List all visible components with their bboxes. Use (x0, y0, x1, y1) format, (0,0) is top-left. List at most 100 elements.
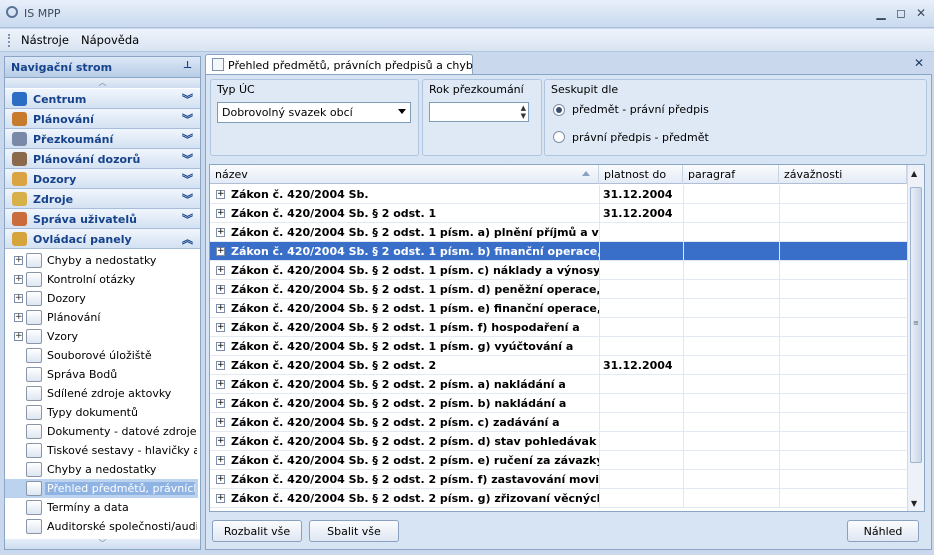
table-row[interactable]: + Zákon č. 420/2004 Sb. 31.12.2004 (210, 185, 907, 204)
expand-icon[interactable]: + (216, 399, 225, 408)
tree-item[interactable]: Tiskové sestavy - hlavičky a... (5, 441, 198, 460)
minimize-icon[interactable]: ▁ (872, 6, 890, 21)
expand-icon[interactable]: + (216, 247, 225, 256)
expand-icon[interactable]: + (216, 361, 225, 370)
tree-item[interactable]: + Kontrolní otázky (5, 270, 198, 289)
chevron-down-icon[interactable]: ︾ (182, 111, 193, 127)
table-row[interactable]: + Zákon č. 420/2004 Sb. § 2 odst. 1 písm.… (210, 261, 907, 280)
tree-item[interactable]: + Vzory (5, 327, 198, 346)
tree-item[interactable]: Termíny a data (5, 498, 198, 517)
table-row[interactable]: + Zákon č. 420/2004 Sb. § 2 odst. 2 písm.… (210, 432, 907, 451)
nav-group-2[interactable]: Přezkoumání ︾ (5, 129, 200, 149)
expand-icon[interactable]: + (14, 275, 23, 284)
tree-item[interactable]: + Chyby a nedostatky (5, 251, 198, 270)
chevron-up-icon[interactable]: ︽ (182, 231, 193, 247)
expand-icon[interactable]: + (216, 456, 225, 465)
expand-icon[interactable]: + (216, 209, 225, 218)
tree-item[interactable]: Typy dokumentů (5, 403, 198, 422)
column-paragraf[interactable]: paragraf (683, 165, 779, 184)
column-platnost[interactable]: platnost do (599, 165, 683, 184)
column-nazev[interactable]: název (210, 165, 599, 184)
expand-icon[interactable]: + (216, 494, 225, 503)
close-icon[interactable]: ✕ (912, 6, 930, 21)
expand-icon[interactable]: + (216, 304, 225, 313)
radio-pravni-predmet[interactable] (553, 131, 565, 143)
table-row[interactable]: + Zákon č. 420/2004 Sb. § 2 odst. 2 písm.… (210, 451, 907, 470)
cell-paragraf (683, 280, 779, 299)
table-row[interactable]: + Zákon č. 420/2004 Sb. § 2 odst. 2 31.12.… (210, 356, 907, 375)
scroll-down-icon[interactable]: ▼ (911, 499, 917, 508)
chevron-down-icon[interactable]: ︾ (182, 211, 193, 227)
typ-uc-select[interactable]: Dobrovolný svazek obcí (217, 102, 411, 123)
tree-item[interactable]: Souborové úložiště (5, 346, 198, 365)
expand-icon[interactable]: + (216, 418, 225, 427)
expand-icon[interactable]: + (216, 285, 225, 294)
tree-item[interactable]: Chyby a nedostatky (5, 460, 198, 479)
tab-prehled[interactable]: Přehled předmětů, právních předpisů a ch… (205, 54, 473, 75)
table-row[interactable]: + Zákon č. 420/2004 Sb. § 2 odst. 1 písm.… (210, 318, 907, 337)
chevron-down-icon[interactable]: ︾ (182, 91, 193, 107)
chevron-down-icon[interactable]: ︾ (182, 131, 193, 147)
table-row[interactable]: + Zákon č. 420/2004 Sb. § 2 odst. 1 písm.… (210, 337, 907, 356)
expand-icon[interactable]: + (216, 266, 225, 275)
table-row[interactable]: + Zákon č. 420/2004 Sb. § 2 odst. 2 písm.… (210, 470, 907, 489)
table-row[interactable]: + Zákon č. 420/2004 Sb. § 2 odst. 1 písm.… (210, 299, 907, 318)
menu-napoveda[interactable]: Nápověda (81, 33, 139, 47)
spin-down-icon[interactable]: ▼ (521, 112, 526, 120)
chevron-down-icon[interactable]: ︾ (182, 171, 193, 187)
expand-icon[interactable]: + (216, 342, 225, 351)
expand-icon[interactable]: + (14, 256, 23, 265)
scroll-thumb[interactable]: ≡ (910, 187, 922, 463)
nav-group-4[interactable]: Dozory ︾ (5, 169, 200, 189)
tree-item[interactable]: + Plánování (5, 308, 198, 327)
table-row[interactable]: + Zákon č. 420/2004 Sb. § 2 odst. 2 písm.… (210, 375, 907, 394)
column-zavaznost[interactable]: závažnosti (779, 165, 907, 184)
expand-icon[interactable]: + (216, 380, 225, 389)
expand-all-button[interactable]: Rozbalit vše (212, 520, 302, 542)
rok-spin-input[interactable]: ▲ ▼ (429, 102, 529, 122)
table-row[interactable]: + Zákon č. 420/2004 Sb. § 2 odst. 1 písm.… (210, 223, 907, 242)
radio-predmet-pravni[interactable] (553, 104, 565, 116)
tree-item[interactable]: Dokumenty - datové zdroje (5, 422, 198, 441)
expand-icon[interactable]: + (216, 190, 225, 199)
table-row[interactable]: + Zákon č. 420/2004 Sb. § 2 odst. 2 písm.… (210, 413, 907, 432)
nav-group-0[interactable]: Centrum ︾ (5, 89, 200, 109)
nav-group-7[interactable]: Ovládací panely ︽ (5, 229, 200, 249)
chevron-down-icon[interactable]: ︾ (182, 191, 193, 207)
tree-item[interactable]: Správa Bodů (5, 365, 198, 384)
radio-predmet-pravni-label[interactable]: předmět - právní předpis (572, 103, 709, 116)
preview-button[interactable]: Náhled (847, 520, 919, 542)
table-row[interactable]: + Zákon č. 420/2004 Sb. § 2 odst. 2 písm.… (210, 489, 907, 508)
nav-group-1[interactable]: Plánování ︾ (5, 109, 200, 129)
expand-icon[interactable]: + (14, 332, 23, 341)
grid-scrollbar[interactable]: ▲ ≡ ▼ (907, 165, 924, 511)
pin-icon[interactable]: ⊥ (183, 60, 192, 71)
tree-item[interactable]: Přehled předmětů, právních... (5, 479, 198, 498)
nav-group-5[interactable]: Zdroje ︾ (5, 189, 200, 209)
expand-icon[interactable]: + (216, 323, 225, 332)
expand-icon[interactable]: + (14, 294, 23, 303)
scroll-up-icon[interactable]: ▲ (911, 169, 917, 178)
table-row[interactable]: + Zákon č. 420/2004 Sb. § 2 odst. 2 písm.… (210, 394, 907, 413)
nav-group-6[interactable]: Správa uživatelů ︾ (5, 209, 200, 229)
nav-group-3[interactable]: Plánování dozorů ︾ (5, 149, 200, 169)
collapse-all-button[interactable]: Sbalit vše (309, 520, 399, 542)
expand-icon[interactable]: + (216, 437, 225, 446)
expand-icon[interactable]: + (14, 313, 23, 322)
spin-up-icon[interactable]: ▲ (521, 104, 526, 112)
tree-item[interactable]: Auditorské společnosti/audi... (5, 517, 198, 536)
nav-scroll-down-icon[interactable]: ﹀ (5, 539, 200, 549)
menu-nastroje[interactable]: Nástroje (21, 33, 69, 47)
table-row[interactable]: + Zákon č. 420/2004 Sb. § 2 odst. 1 písm.… (210, 242, 907, 261)
expand-icon[interactable]: + (216, 228, 225, 237)
maximize-icon[interactable]: ◻ (892, 6, 910, 21)
tree-item[interactable]: Sdílené zdroje aktovky (5, 384, 198, 403)
table-row[interactable]: + Zákon č. 420/2004 Sb. § 2 odst. 1 31.12.… (210, 204, 907, 223)
chevron-down-icon[interactable]: ︾ (182, 151, 193, 167)
table-row[interactable]: + Zákon č. 420/2004 Sb. § 2 odst. 1 písm.… (210, 280, 907, 299)
expand-icon[interactable]: + (216, 475, 225, 484)
tree-item[interactable]: + Dozory (5, 289, 198, 308)
nav-scroll-up-icon[interactable]: ︿ (5, 78, 200, 88)
close-tab-icon[interactable]: ✕ (914, 56, 924, 70)
radio-pravni-predmet-label[interactable]: právní předpis - předmět (572, 131, 709, 144)
